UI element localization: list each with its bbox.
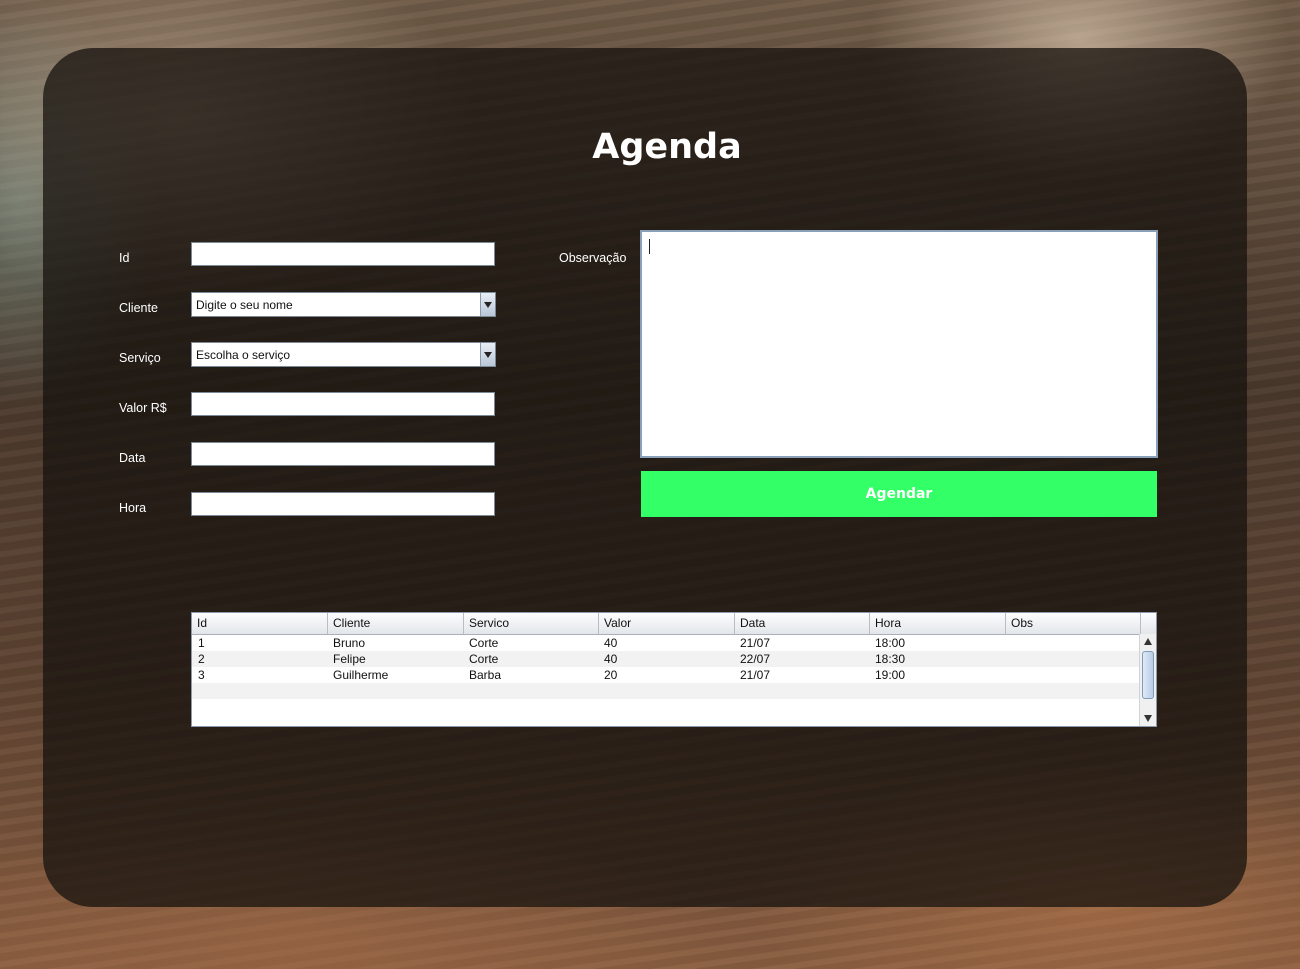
observacao-label: Observação (559, 251, 627, 265)
table-vertical-scrollbar[interactable] (1139, 634, 1156, 726)
cell-id: 3 (198, 668, 205, 682)
cell-hora: 18:30 (875, 652, 906, 666)
servico-select[interactable]: Escolha o serviço (191, 342, 496, 367)
column-header-id[interactable]: Id (192, 613, 328, 634)
servico-select-value: Escolha o serviço (196, 348, 291, 362)
observacao-textarea[interactable] (640, 230, 1158, 458)
cell-valor: 40 (604, 636, 618, 650)
scroll-up-icon[interactable] (1144, 638, 1152, 645)
data-label: Data (119, 451, 146, 465)
cell-servico: Corte (469, 652, 499, 666)
table-row[interactable]: 2 Felipe Corte 40 22/07 18:30 (192, 651, 1140, 667)
chevron-down-icon[interactable] (480, 293, 495, 316)
table-row[interactable]: 1 Bruno Corte 40 21/07 18:00 (192, 635, 1140, 651)
id-field[interactable] (191, 242, 495, 266)
cell-valor: 20 (604, 668, 618, 682)
cell-data: 21/07 (740, 668, 771, 682)
column-header-valor[interactable]: Valor (599, 613, 735, 634)
valor-field[interactable] (191, 392, 495, 416)
cell-id: 2 (198, 652, 205, 666)
column-header-servico[interactable]: Servico (464, 613, 599, 634)
id-label: Id (119, 251, 130, 265)
text-caret (649, 239, 650, 254)
cliente-label: Cliente (119, 301, 158, 315)
cliente-select-value: Digite o seu nome (196, 298, 293, 312)
cell-cliente: Bruno (333, 636, 366, 650)
chevron-down-icon[interactable] (480, 343, 495, 366)
cell-data: 21/07 (740, 636, 771, 650)
agenda-table[interactable]: Id Cliente Servico Valor Data Hora Obs 1… (191, 612, 1157, 727)
scroll-down-icon[interactable] (1144, 715, 1152, 722)
valor-label: Valor R$ (119, 401, 167, 415)
cell-valor: 40 (604, 652, 618, 666)
cell-servico: Corte (469, 636, 499, 650)
cell-cliente: Felipe (333, 652, 366, 666)
cell-cliente: Guilherme (333, 668, 389, 682)
table-row[interactable]: 3 Guilherme Barba 20 21/07 19:00 (192, 667, 1140, 683)
hora-field[interactable] (191, 492, 495, 516)
column-header-data[interactable]: Data (735, 613, 870, 634)
cell-hora: 19:00 (875, 668, 906, 682)
cell-data: 22/07 (740, 652, 771, 666)
column-header-obs[interactable]: Obs (1006, 613, 1141, 634)
scrollbar-thumb[interactable] (1142, 651, 1154, 699)
column-header-hora[interactable]: Hora (870, 613, 1006, 634)
agendar-button[interactable]: Agendar (641, 471, 1157, 517)
table-row-empty (192, 699, 1140, 715)
data-field[interactable] (191, 442, 495, 466)
table-header: Id Cliente Servico Valor Data Hora Obs (192, 613, 1156, 635)
page-title: Agenda (592, 127, 742, 167)
cell-id: 1 (198, 636, 205, 650)
servico-label: Serviço (119, 351, 161, 365)
cell-hora: 18:00 (875, 636, 906, 650)
cell-servico: Barba (469, 668, 502, 682)
hora-label: Hora (119, 501, 147, 515)
column-header-cliente[interactable]: Cliente (328, 613, 464, 634)
table-row-empty (192, 683, 1140, 699)
cliente-select[interactable]: Digite o seu nome (191, 292, 496, 317)
